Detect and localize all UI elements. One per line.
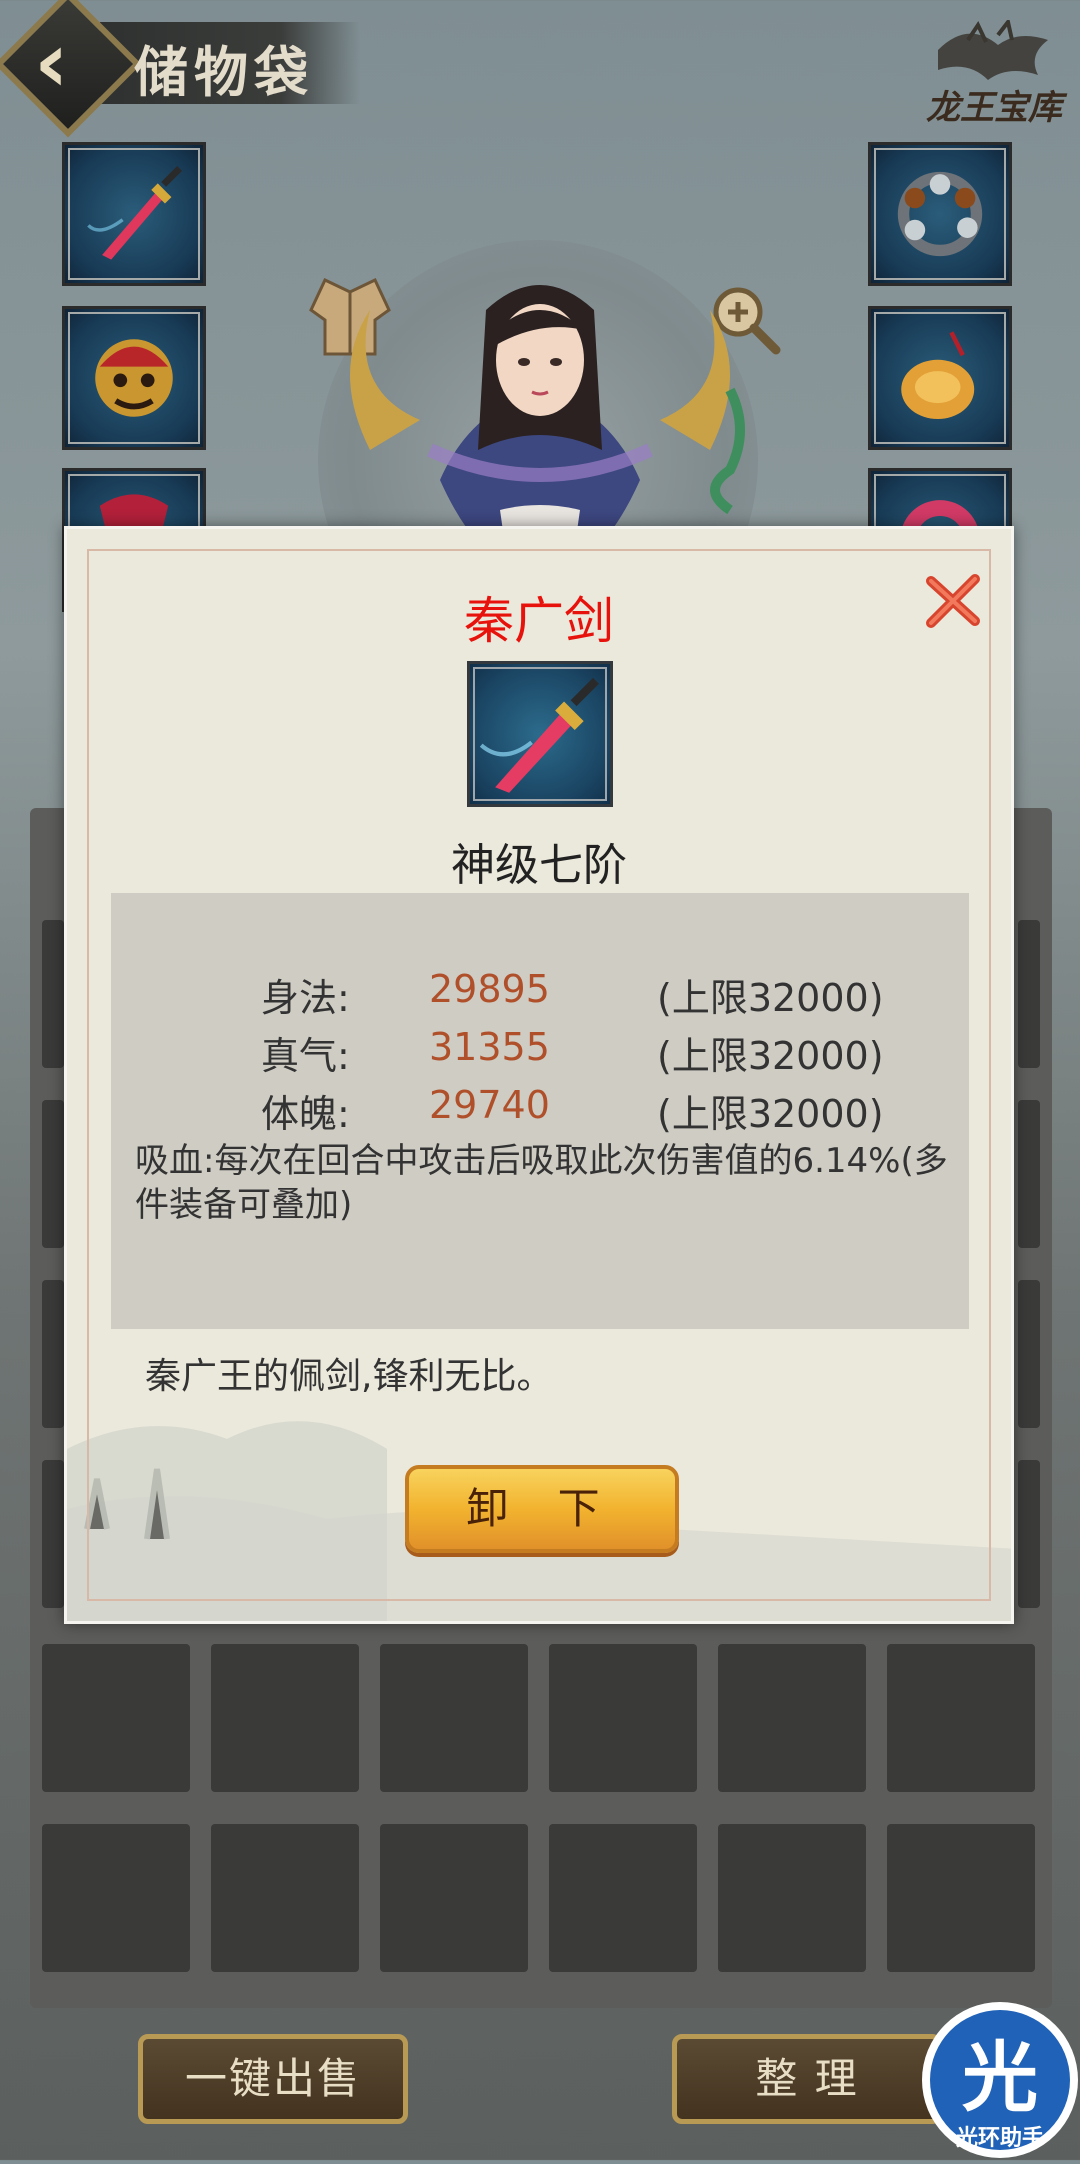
unequip-button[interactable]: 卸 下: [405, 1465, 679, 1553]
bag-slot[interactable]: [1018, 1280, 1040, 1428]
bag-slot[interactable]: [42, 1460, 64, 1608]
stat-label: 真气:: [261, 1034, 350, 1078]
bag-slot[interactable]: [549, 1644, 697, 1792]
bag-slot[interactable]: [42, 1100, 64, 1248]
helmet-icon: [95, 339, 173, 417]
bag-slot[interactable]: [887, 1824, 1035, 1972]
bag-slot[interactable]: [549, 1824, 697, 1972]
item-grade: 神级七阶: [451, 840, 627, 891]
bag-slot[interactable]: [718, 1824, 866, 1972]
bag-slot[interactable]: [380, 1824, 528, 1972]
stat-label: 身法:: [261, 976, 350, 1020]
bag-slot[interactable]: [1018, 1100, 1040, 1248]
stat-value: 31355: [429, 1025, 550, 1069]
halo-badge-label: 光环助手: [955, 2126, 1044, 2151]
bag-slot[interactable]: [42, 1280, 64, 1428]
stat-row: 体魄: 29740 (上限32000): [111, 1083, 969, 1139]
halo-badge-glyph: 光: [962, 2033, 1038, 2122]
stat-value: 29895: [429, 967, 550, 1011]
vault-label[interactable]: 龙王宝库: [926, 80, 1062, 129]
sort-button[interactable]: 整 理: [672, 2034, 942, 2124]
bag-slot[interactable]: [42, 1644, 190, 1792]
halo-assistant-badge[interactable]: 光 光环助手: [920, 2000, 1080, 2160]
gold-amulet-icon: [901, 331, 975, 420]
chevron-left-icon[interactable]: ‹: [34, 20, 94, 104]
bag-slot[interactable]: [211, 1644, 359, 1792]
equip-slot-bracelet[interactable]: [868, 142, 1012, 286]
stat-row: 身法: 29895 (上限32000): [111, 967, 969, 1023]
bag-slot[interactable]: [1018, 1460, 1040, 1608]
stat-cap: (上限32000): [657, 1034, 884, 1078]
item-effect-text: 吸血:每次在回合中攻击后吸取此次伤害值的6.14%(多件装备可叠加): [135, 1141, 948, 1225]
stat-value: 29740: [429, 1083, 550, 1127]
equip-slot-weapon[interactable]: [62, 142, 206, 286]
sell-all-button[interactable]: 一键出售: [138, 2034, 408, 2124]
item-detail-popup: 秦广剑 神级七阶 身法: 29895 (上限32000) 真气: 31355 (…: [64, 526, 1014, 1624]
bag-slot[interactable]: [1018, 920, 1040, 1068]
equip-slot-helmet[interactable]: [62, 306, 206, 450]
bag-slot[interactable]: [211, 1824, 359, 1972]
stat-row: 真气: 31355 (上限32000): [111, 1025, 969, 1081]
stat-cap: (上限32000): [657, 1092, 884, 1136]
beads-bracelet-icon: [897, 171, 983, 257]
stat-label: 体魄:: [261, 1092, 350, 1136]
item-icon: [467, 661, 613, 807]
item-stats-panel: 身法: 29895 (上限32000) 真气: 31355 (上限32000) …: [111, 893, 969, 1329]
item-name: 秦广剑: [464, 592, 614, 650]
bag-slot[interactable]: [42, 1824, 190, 1972]
stat-cap: (上限32000): [657, 976, 884, 1020]
top-bar: ‹ 储物袋 龙王宝库: [0, 0, 1080, 138]
character-equipment-area: [0, 130, 1080, 680]
sword-icon: [87, 165, 183, 260]
page-title: 储物袋: [134, 40, 314, 104]
close-icon[interactable]: [921, 569, 985, 633]
bag-slot[interactable]: [42, 920, 64, 1068]
item-description: 秦广王的佩剑,锋利无比。: [145, 1356, 553, 1397]
bag-slot[interactable]: [380, 1644, 528, 1792]
equip-slot-amulet[interactable]: [868, 306, 1012, 450]
bag-slot[interactable]: [718, 1644, 866, 1792]
bag-slot[interactable]: [887, 1644, 1035, 1792]
sword-icon: [479, 677, 599, 793]
